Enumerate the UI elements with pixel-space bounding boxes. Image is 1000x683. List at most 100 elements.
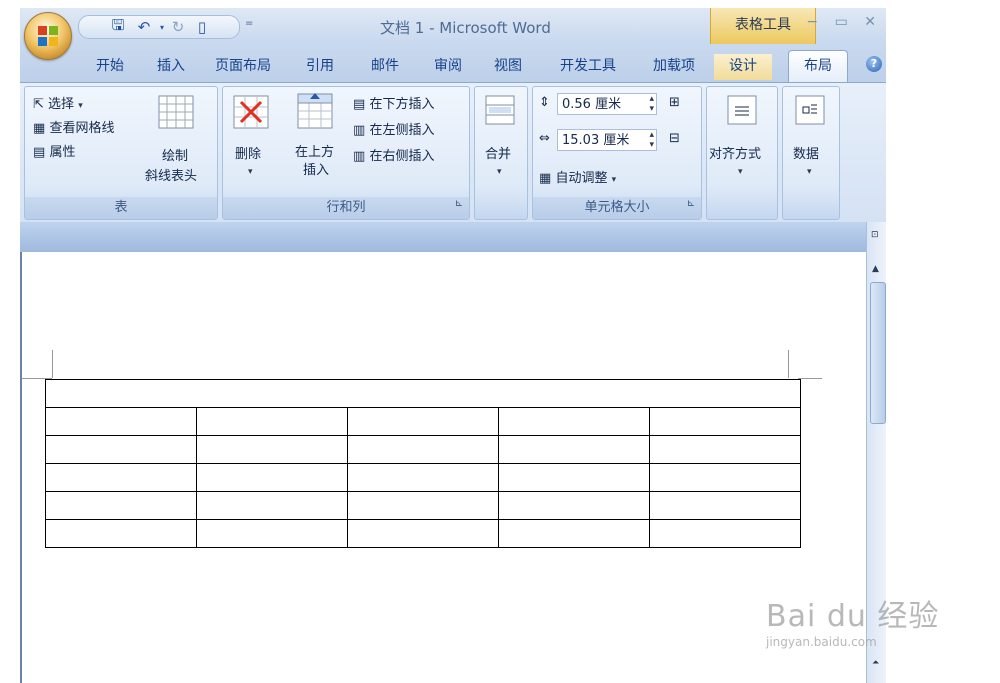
- tab-insert[interactable]: 插入: [146, 54, 196, 80]
- chevron-down-icon: ▾: [611, 175, 617, 185]
- distribute-rows-icon[interactable]: ⊞: [669, 95, 680, 110]
- merge-cells-icon: [485, 95, 515, 125]
- group-data: 数据 ▾: [782, 86, 840, 220]
- autofit-button[interactable]: ▦ 自动调整 ▾: [539, 167, 616, 186]
- table-cell[interactable]: [196, 491, 348, 520]
- ruler-toggle-icon[interactable]: ⊡: [871, 230, 879, 240]
- row-height-field[interactable]: 0.56 厘米 ▴ ▾: [557, 93, 657, 115]
- table-cell[interactable]: [347, 435, 499, 464]
- office-button[interactable]: [24, 12, 72, 60]
- window-controls[interactable]: − ▭ ✕: [806, 14, 882, 30]
- tab-review[interactable]: 审阅: [424, 54, 472, 80]
- table-cell[interactable]: [347, 463, 499, 492]
- scroll-up-icon[interactable]: ▲: [872, 264, 879, 274]
- spin-arrows-icon[interactable]: ▴ ▾: [649, 94, 654, 114]
- help-icon[interactable]: ?: [866, 56, 882, 72]
- table-cell[interactable]: [45, 519, 197, 548]
- document-page[interactable]: [20, 252, 868, 683]
- draw-diagonal-label-1: 绘制: [162, 149, 189, 164]
- insert-above-label-1: 在上方: [295, 145, 335, 160]
- view-gridlines-label: 查看网格线: [49, 121, 115, 136]
- table-cell[interactable]: [649, 463, 801, 492]
- table-cell[interactable]: [196, 407, 348, 436]
- insert-below-button[interactable]: ▤ 在下方插入: [353, 93, 434, 112]
- table-cell[interactable]: [649, 491, 801, 520]
- table-cell[interactable]: [45, 463, 197, 492]
- table-row: [45, 379, 801, 408]
- word-window: 🖫 ↶ ▾ ↻ ▯ = 文档 1 - Microsoft Word 表格工具 −…: [20, 8, 886, 683]
- dialog-launcher-icon[interactable]: ⊾: [687, 193, 695, 215]
- gridlines-icon: ▦: [33, 121, 46, 136]
- table-cell[interactable]: [498, 435, 650, 464]
- table-cell[interactable]: [347, 407, 499, 436]
- row-height-icon: ⇕: [539, 95, 550, 110]
- tab-layout[interactable]: 布局: [788, 50, 848, 83]
- table-cell[interactable]: [196, 519, 348, 548]
- previous-page-icon[interactable]: ⏶: [872, 658, 879, 668]
- table-row: [45, 519, 801, 548]
- spin-arrows-icon[interactable]: ▴ ▾: [649, 130, 654, 150]
- tab-view[interactable]: 视图: [486, 54, 530, 80]
- tab-developer[interactable]: 开发工具: [548, 54, 628, 80]
- customize-qat-icon[interactable]: =: [245, 18, 253, 29]
- group-alignment: 对齐方式 ▾: [706, 86, 778, 220]
- table-cell[interactable]: [45, 491, 197, 520]
- table-row: [45, 491, 801, 520]
- scroll-thumb[interactable]: [870, 282, 886, 424]
- table-cell[interactable]: [649, 407, 801, 436]
- tab-design[interactable]: 设计: [714, 54, 772, 80]
- redo-icon[interactable]: ↻: [169, 18, 187, 36]
- delete-label: 删除: [235, 147, 262, 162]
- watermark-brand: Bai du 经验: [766, 599, 940, 634]
- insert-left-button[interactable]: ▥ 在左侧插入: [353, 119, 434, 138]
- crop-mark: [788, 350, 789, 378]
- select-button[interactable]: ⇱ 选择 ▾: [33, 93, 83, 112]
- insert-right-button[interactable]: ▥ 在右侧插入: [353, 145, 434, 164]
- table-cell[interactable]: [347, 491, 499, 520]
- document-table[interactable]: [45, 379, 801, 548]
- table-cell[interactable]: [498, 491, 650, 520]
- table-cell[interactable]: [196, 463, 348, 492]
- table-cell[interactable]: [649, 435, 801, 464]
- group-table: ⇱ 选择 ▾ ▦ 查看网格线 ▤ 属性 绘制 斜线表头 表: [24, 86, 218, 220]
- group-merge: 合并 ▾: [474, 86, 528, 220]
- table-cell[interactable]: [347, 519, 499, 548]
- table-cell[interactable]: [498, 407, 650, 436]
- group-label-rows-cols: 行和列 ⊾: [223, 197, 469, 219]
- view-gridlines-button[interactable]: ▦ 查看网格线: [33, 117, 114, 136]
- column-width-field[interactable]: 15.03 厘米 ▴ ▾: [557, 129, 657, 151]
- insert-right-label: 在右侧插入: [369, 149, 435, 164]
- select-label: 选择: [48, 97, 75, 112]
- distribute-columns-icon[interactable]: ⊟: [669, 131, 680, 146]
- table-cell[interactable]: [45, 407, 197, 436]
- tab-add-ins[interactable]: 加载项: [642, 54, 706, 80]
- autofit-icon: ▦: [539, 171, 552, 186]
- save-icon[interactable]: 🖫: [109, 16, 127, 36]
- watermark-url: jingyan.baidu.com: [766, 635, 877, 649]
- ribbon-tabs: 开始 插入 页面布局 引用 邮件 审阅 视图 开发工具 加载项 设计 布局 ?: [20, 44, 886, 83]
- row-height-value: 0.56 厘米: [562, 97, 622, 112]
- delete-table-icon: [233, 95, 269, 129]
- column-width-value: 15.03 厘米: [562, 133, 630, 148]
- tab-mailings[interactable]: 邮件: [360, 54, 410, 80]
- crop-mark: [52, 350, 53, 378]
- tab-page-layout[interactable]: 页面布局: [206, 54, 280, 80]
- column-width-icon: ⇔: [539, 131, 550, 146]
- undo-icon[interactable]: ↶: [135, 18, 153, 36]
- rows-cols-label: 行和列: [326, 200, 366, 215]
- dialog-launcher-icon[interactable]: ⊾: [455, 193, 463, 215]
- table-cell[interactable]: [196, 435, 348, 464]
- properties-button[interactable]: ▤ 属性: [33, 141, 75, 160]
- table-cell[interactable]: [498, 519, 650, 548]
- page-icon[interactable]: ▯: [193, 18, 211, 36]
- alignment-label: 对齐方式: [709, 147, 762, 162]
- tab-references[interactable]: 引用: [298, 54, 342, 80]
- insert-below-icon: ▤: [353, 97, 366, 112]
- merged-cell[interactable]: [45, 379, 801, 408]
- autofit-label: 自动调整: [555, 171, 608, 186]
- chevron-down-icon: ▾: [78, 101, 83, 111]
- table-cell[interactable]: [649, 519, 801, 548]
- table-cell[interactable]: [498, 463, 650, 492]
- tab-home[interactable]: 开始: [82, 54, 138, 80]
- table-cell[interactable]: [45, 435, 197, 464]
